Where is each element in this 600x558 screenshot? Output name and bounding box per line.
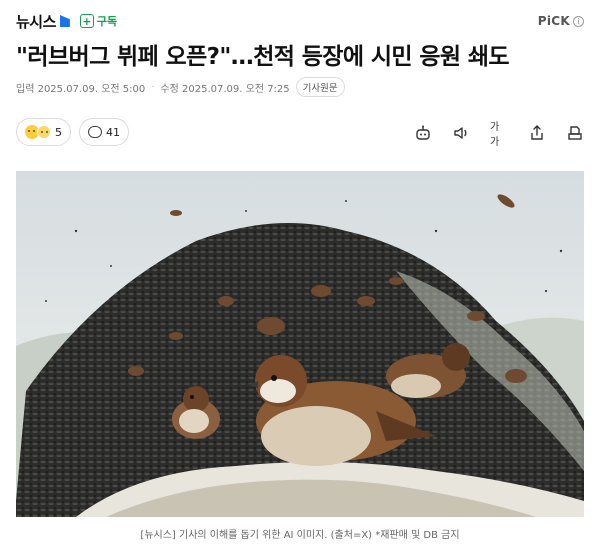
sparrows-on-bug-pile-image xyxy=(16,171,584,517)
listen-button[interactable] xyxy=(452,124,470,142)
photo-caption: [뉴시스] 기사의 이해를 돕기 위한 AI 이미지. (출처=X) *재판매 … xyxy=(140,530,460,541)
brand-logo[interactable]: 뉴시스 xyxy=(16,11,70,32)
emoji-reaction-button[interactable]: 5 xyxy=(16,118,71,146)
surprised-emoji-icon xyxy=(37,125,51,139)
share-icon xyxy=(531,125,543,140)
reaction-bar: 5 41 xyxy=(16,118,129,146)
article-photo xyxy=(16,171,584,517)
article-meta: 입력 2025.07.09. 오전 5:00 · 수정 2025.07.09. … xyxy=(16,77,345,97)
comment-icon xyxy=(88,126,102,138)
original-article-button[interactable]: 기사원문 xyxy=(295,77,345,97)
meta-separator: · xyxy=(151,81,155,93)
subscribe-button[interactable]: + 구독 xyxy=(79,13,118,29)
info-icon[interactable]: i xyxy=(573,15,584,27)
article-tools: 가가 xyxy=(414,122,584,148)
font-size-button[interactable]: 가가 xyxy=(490,122,508,148)
subscribe-label: 구독 xyxy=(96,15,118,28)
brand-flag-icon xyxy=(59,15,70,27)
comment-count: 41 xyxy=(106,125,120,139)
font-size-label: 가가 xyxy=(490,122,500,148)
pick-badge[interactable]: PiCK i xyxy=(538,14,584,28)
article-title: "러브버그 뷔페 오픈?"…천적 등장에 시민 응원 쇄도 xyxy=(16,44,510,70)
speaker-icon xyxy=(454,127,467,139)
comment-button[interactable]: 41 xyxy=(79,118,129,146)
print-icon xyxy=(568,126,582,140)
pick-label: PiCK xyxy=(537,14,570,28)
input-date: 입력 2025.07.09. 오전 5:00 xyxy=(16,83,146,95)
robot-icon xyxy=(416,125,430,140)
share-button[interactable] xyxy=(528,124,546,142)
print-button[interactable] xyxy=(566,124,584,142)
emoji-count: 5 xyxy=(55,125,62,139)
plus-icon: + xyxy=(79,14,94,28)
summary-bot-button[interactable] xyxy=(414,124,432,142)
edit-date: 수정 2025.07.09. 오전 7:25 xyxy=(160,83,290,95)
top-bar: 뉴시스 + 구독 PiCK i xyxy=(16,10,584,32)
brand-name: 뉴시스 xyxy=(16,12,56,31)
